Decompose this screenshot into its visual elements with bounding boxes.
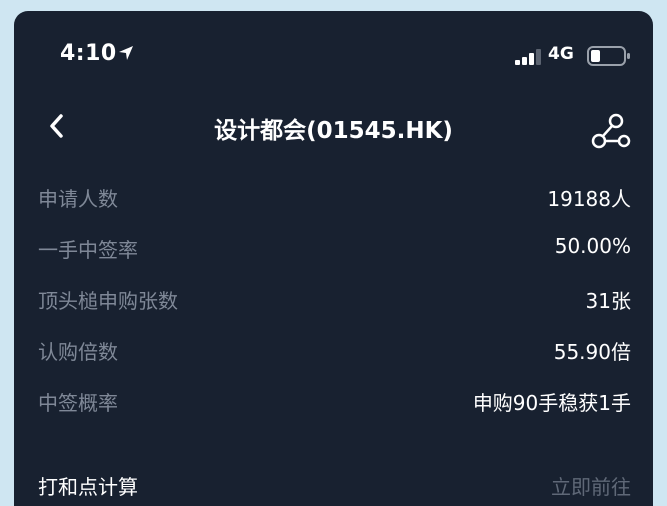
navigation-bar: 设计都会(01545.HK) (14, 91, 653, 163)
info-value: 31张 (585, 289, 631, 313)
info-row-top-tier-lots: 顶头槌申购张数 31张 (14, 273, 653, 324)
status-bar: 4:10 4G (14, 11, 653, 91)
info-value: 50.00% (554, 234, 631, 258)
info-value: 申购90手稳获1手 (472, 391, 631, 415)
go-now-link[interactable]: 立即前往 (551, 471, 631, 500)
info-label: 申请人数 (38, 187, 118, 211)
info-row-lot-allotment-rate: 一手中签率 50.00% (14, 222, 653, 273)
info-row-applicants: 申请人数 19188人 (14, 171, 653, 222)
breakeven-calculator-row[interactable]: 打和点计算 立即前往 (14, 463, 653, 505)
share-icon[interactable] (590, 111, 632, 151)
signal-icon (515, 49, 541, 65)
page-title: 设计都会(01545.HK) (214, 118, 453, 144)
ipo-info-list: 申请人数 19188人 一手中签率 50.00% 顶头槌申购张数 31张 认购倍… (14, 171, 653, 426)
app-screen: 4:10 4G 设计都会(01545.HK) 申请人数 19188人 一手中签率… (14, 11, 653, 506)
calculator-label: 打和点计算 (38, 475, 138, 499)
info-label: 一手中签率 (38, 238, 138, 262)
info-row-oversubscription: 认购倍数 55.90倍 (14, 324, 653, 375)
chevron-left-icon[interactable] (44, 111, 70, 141)
info-label: 顶头槌申购张数 (38, 289, 178, 313)
info-row-allotment-probability: 中签概率 申购90手稳获1手 (14, 375, 653, 426)
info-value: 55.90倍 (553, 340, 631, 364)
status-time: 4:10 (60, 41, 117, 66)
battery-icon (587, 46, 630, 66)
location-arrow-icon (119, 46, 133, 60)
network-label: 4G (548, 44, 574, 64)
info-label: 认购倍数 (38, 340, 118, 364)
info-value: 19188人 (547, 187, 631, 211)
info-label: 中签概率 (38, 391, 118, 415)
